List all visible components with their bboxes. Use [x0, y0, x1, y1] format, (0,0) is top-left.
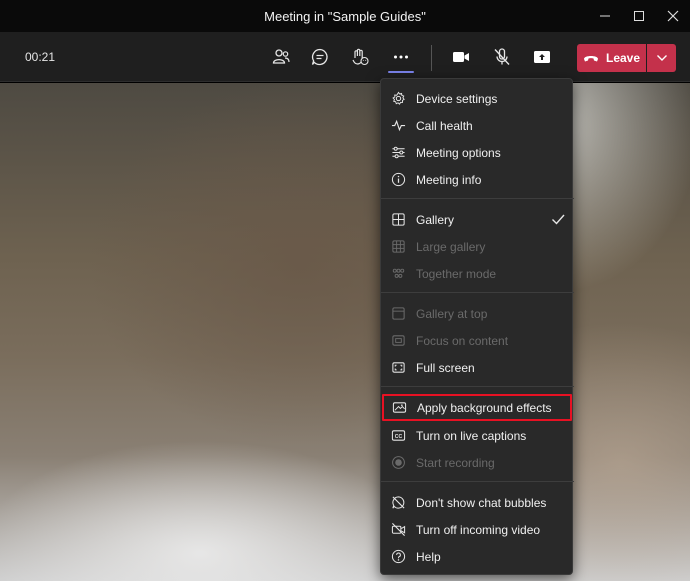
menu-item-full-screen[interactable]: Full screen — [381, 354, 574, 381]
chat-icon — [311, 48, 328, 66]
grid-icon — [390, 211, 407, 228]
sliders-icon — [390, 144, 407, 161]
menu-item-start-recording[interactable]: Start recording — [381, 449, 574, 476]
chevron-down-icon — [656, 55, 667, 61]
minimize-icon — [600, 15, 610, 17]
more-actions-button[interactable] — [388, 44, 414, 70]
info-icon — [390, 171, 407, 188]
menu-item-label: Start recording — [416, 456, 495, 470]
menu-item-focus-on-content[interactable]: Focus on content — [381, 327, 574, 354]
menu-item-label: Together mode — [416, 267, 497, 281]
menu-item-label: Don't show chat bubbles — [416, 496, 547, 510]
gallery-top-icon — [390, 305, 407, 322]
camera-button[interactable] — [448, 44, 474, 70]
microphone-button[interactable] — [489, 44, 515, 70]
pulse-icon — [390, 117, 407, 134]
menu-item-apply-background-effects[interactable]: Apply background effects — [382, 394, 572, 421]
raise-hand-icon — [352, 48, 369, 66]
share-icon — [534, 51, 550, 63]
help-icon — [390, 548, 407, 565]
leave-button[interactable]: Leave — [577, 44, 646, 72]
participants-button[interactable] — [268, 44, 294, 70]
menu-item-live-captions[interactable]: CC Turn on live captions — [381, 422, 574, 449]
camera-icon — [453, 52, 469, 62]
window-controls — [588, 0, 690, 32]
background-effects-icon — [391, 399, 408, 416]
captions-icon: CC — [390, 427, 407, 444]
menu-item-label: Focus on content — [416, 334, 509, 348]
menu-item-dont-show-chat-bubbles[interactable]: Don't show chat bubbles — [381, 489, 574, 516]
menu-item-label: Device settings — [416, 92, 498, 106]
video-off-icon — [390, 521, 407, 538]
reactions-button[interactable] — [347, 44, 373, 70]
menu-item-device-settings[interactable]: Device settings — [381, 85, 574, 112]
menu-item-large-gallery[interactable]: Large gallery — [381, 233, 574, 260]
menu-item-turn-off-incoming-video[interactable]: Turn off incoming video — [381, 516, 574, 543]
menu-separator — [381, 481, 574, 482]
toolbar-divider — [431, 45, 432, 71]
menu-item-label: Meeting info — [416, 173, 482, 187]
mic-off-icon — [494, 48, 510, 65]
checkmark-icon — [550, 211, 566, 227]
gear-icon — [390, 90, 407, 107]
menu-item-label: Call health — [416, 119, 473, 133]
close-icon — [667, 10, 679, 22]
minimize-button[interactable] — [588, 0, 622, 32]
menu-item-label: Gallery — [416, 213, 455, 227]
menu-separator — [381, 198, 574, 199]
focus-icon — [390, 332, 407, 349]
menu-item-label: Large gallery — [416, 240, 486, 254]
menu-item-meeting-options[interactable]: Meeting options — [381, 139, 574, 166]
window-titlebar: Meeting in "Sample Guides" — [0, 0, 690, 32]
leave-options-button[interactable] — [647, 44, 676, 72]
meeting-timer: 00:21 — [25, 50, 56, 64]
menu-item-call-health[interactable]: Call health — [381, 112, 574, 139]
more-icon — [394, 55, 408, 59]
share-screen-button[interactable] — [529, 44, 555, 70]
maximize-button[interactable] — [622, 0, 656, 32]
more-active-indicator — [388, 71, 414, 73]
more-actions-menu: Device settings Call health Meeting opti… — [380, 78, 574, 575]
people-icon — [272, 49, 290, 64]
menu-item-gallery[interactable]: Gallery — [381, 206, 574, 233]
fullscreen-icon — [390, 359, 407, 376]
chat-button[interactable] — [307, 44, 333, 70]
menu-item-label: Apply background effects — [417, 401, 552, 415]
menu-item-gallery-at-top[interactable]: Gallery at top — [381, 300, 574, 327]
menu-item-label: Gallery at top — [416, 307, 488, 321]
menu-item-label: Full screen — [416, 361, 475, 375]
hang-up-icon — [583, 56, 598, 62]
maximize-icon — [634, 11, 644, 21]
menu-item-label: Turn on live captions — [416, 429, 527, 443]
menu-item-label: Meeting options — [416, 146, 501, 160]
leave-label: Leave — [605, 51, 641, 65]
large-grid-icon — [390, 238, 407, 255]
menu-item-label: Turn off incoming video — [416, 523, 541, 537]
menu-separator — [381, 386, 574, 387]
menu-item-together-mode[interactable]: Together mode — [381, 260, 574, 287]
window-title: Meeting in "Sample Guides" — [264, 8, 426, 24]
close-window-button[interactable] — [656, 0, 690, 32]
menu-item-help[interactable]: Help — [381, 543, 574, 570]
together-mode-icon — [390, 265, 407, 282]
meeting-toolbar: 00:21 Leave — [0, 32, 690, 82]
video-stage — [0, 83, 690, 581]
svg-text:CC: CC — [395, 434, 403, 440]
menu-item-meeting-info[interactable]: Meeting info — [381, 166, 574, 193]
menu-separator — [381, 292, 574, 293]
record-icon — [390, 454, 407, 471]
menu-item-label: Help — [416, 550, 441, 564]
chat-bubble-off-icon — [390, 494, 407, 511]
